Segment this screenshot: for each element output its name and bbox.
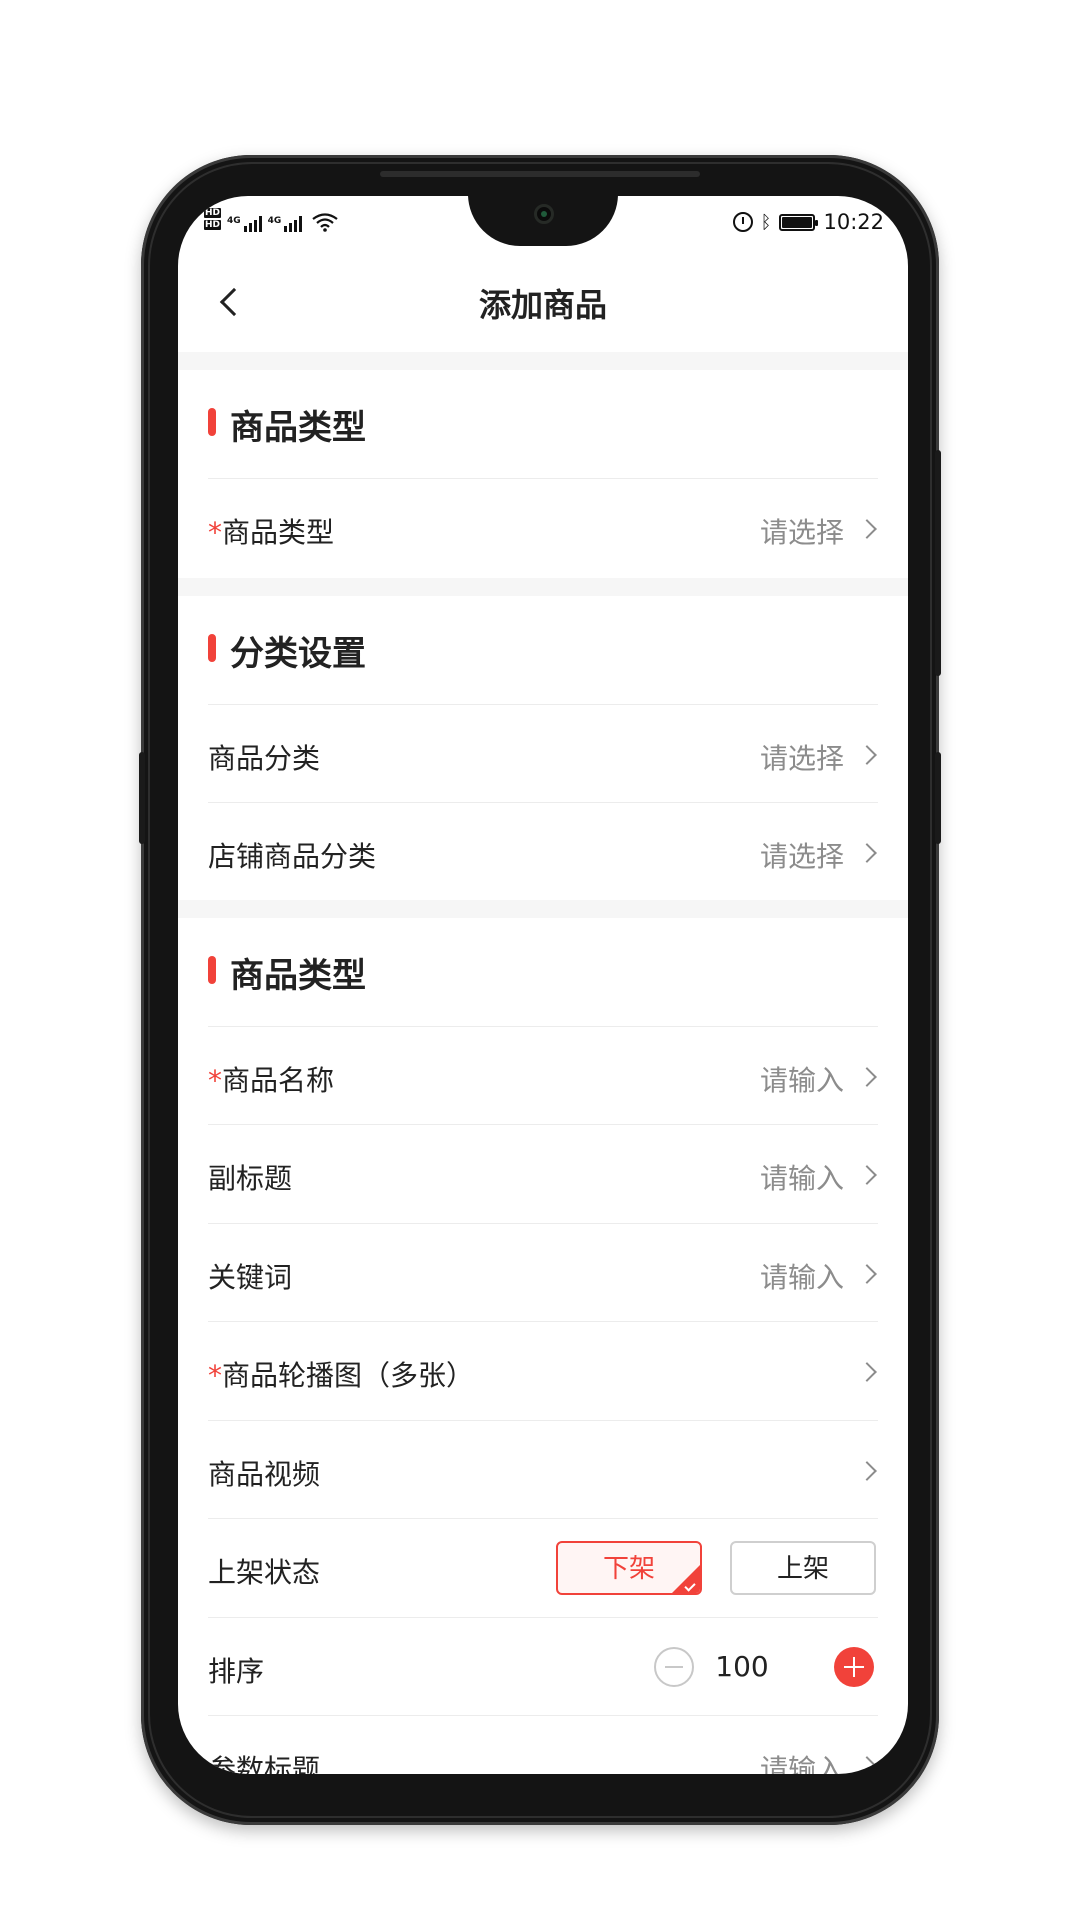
section-title: 商品类型 xyxy=(230,408,366,448)
chevron-right-icon xyxy=(857,745,877,765)
section-gap xyxy=(178,578,908,596)
row-value: 请输入 xyxy=(759,1064,844,1097)
volume-button xyxy=(139,752,145,844)
required-mark: * xyxy=(208,1064,222,1097)
chevron-right-icon xyxy=(857,1165,877,1185)
row-param-title[interactable]: 参数标题 请输入 xyxy=(208,1715,878,1774)
app-screen: HD HD 4G 4G ᛒ 10:22 添加商品 商品类型 *商品类型 请选择 … xyxy=(178,196,908,1774)
row-value: 请输入 xyxy=(759,1162,844,1195)
row-label: *商品名称 xyxy=(208,1059,334,1099)
row-listing-status: 上架状态 下架 上架 xyxy=(208,1518,878,1617)
row-value: 请选择 xyxy=(759,840,844,873)
chevron-right-icon xyxy=(857,519,877,539)
row-label-text: 商品名称 xyxy=(222,1064,335,1097)
status-right: ᛒ 10:22 xyxy=(732,210,884,234)
battery-icon xyxy=(779,213,819,231)
section-gap xyxy=(178,900,908,918)
nav-bar: 添加商品 xyxy=(178,250,908,352)
row-value: 请输入 xyxy=(759,1261,844,1294)
row-value: 请选择 xyxy=(759,742,844,775)
option-label: 下架 xyxy=(602,1554,655,1584)
page-title: 添加商品 xyxy=(478,286,607,324)
row-label-text: 店铺商品分类 xyxy=(208,840,377,873)
row-value: 请输入 xyxy=(759,1753,844,1774)
row-store-category[interactable]: 店铺商品分类 请选择 xyxy=(208,802,878,900)
status-left: HD HD 4G 4G xyxy=(204,208,338,232)
section-title: 商品类型 xyxy=(230,956,366,996)
hd-icon: HD HD xyxy=(204,208,222,230)
row-keywords[interactable]: 关键词 请输入 xyxy=(208,1223,878,1321)
network-type-1: 4G xyxy=(227,216,241,226)
section-accent-bar xyxy=(208,956,216,984)
earpiece xyxy=(380,171,700,177)
section-header: 商品类型 xyxy=(208,918,878,1016)
required-mark: * xyxy=(208,1359,222,1392)
row-label-text: 参数标题 xyxy=(208,1753,321,1774)
status-option-off-shelf[interactable]: 下架 xyxy=(556,1541,702,1595)
required-mark: * xyxy=(208,516,222,549)
row-product-video[interactable]: 商品视频 xyxy=(208,1420,878,1518)
wifi-icon xyxy=(312,213,338,232)
section-accent-bar xyxy=(208,408,216,436)
row-label-text: 上架状态 xyxy=(208,1556,321,1589)
status-option-on-shelf[interactable]: 上架 xyxy=(730,1541,876,1595)
chevron-right-icon xyxy=(857,1067,877,1087)
section-title: 分类设置 xyxy=(230,634,366,674)
option-label: 上架 xyxy=(776,1554,829,1584)
signal-icon: 4G xyxy=(227,216,262,232)
front-camera xyxy=(534,204,554,224)
row-product-category[interactable]: 商品分类 请选择 xyxy=(208,704,878,802)
clock: 10:22 xyxy=(823,210,884,234)
row-label: *商品轮播图（多张） xyxy=(208,1354,474,1394)
row-value: 请选择 xyxy=(759,516,844,549)
alarm-icon xyxy=(732,212,753,232)
row-sort-order: 排序 100 xyxy=(208,1617,878,1715)
chevron-right-icon xyxy=(857,843,877,863)
row-carousel-images[interactable]: *商品轮播图（多张） xyxy=(208,1321,878,1420)
chevron-right-icon xyxy=(857,1756,877,1774)
row-label-text: 关键词 xyxy=(208,1261,293,1294)
row-label-text: 副标题 xyxy=(208,1162,293,1195)
bluetooth-icon: ᛒ xyxy=(760,211,772,233)
chevron-right-icon xyxy=(857,1461,877,1481)
row-label: *商品类型 xyxy=(208,511,334,551)
power-button xyxy=(935,450,941,676)
row-label-text: 商品视频 xyxy=(208,1458,321,1491)
chevron-right-icon xyxy=(857,1362,877,1382)
row-product-name[interactable]: *商品名称 请输入 xyxy=(208,1026,878,1124)
row-product-type[interactable]: *商品类型 请选择 xyxy=(208,478,878,578)
plus-circle-icon[interactable] xyxy=(834,1647,874,1687)
section-header: 分类设置 xyxy=(208,596,878,694)
section-gap xyxy=(178,352,908,370)
network-type-2: 4G xyxy=(267,216,282,226)
row-label-text: 商品类型 xyxy=(222,516,335,549)
side-button xyxy=(935,752,941,844)
row-label-text: 商品轮播图（多张） xyxy=(222,1359,475,1392)
stepper-value[interactable]: 100 xyxy=(702,1650,782,1683)
row-label-text: 排序 xyxy=(208,1655,265,1688)
chevron-right-icon xyxy=(857,1264,877,1284)
selected-corner xyxy=(670,1563,700,1593)
row-subtitle[interactable]: 副标题 请输入 xyxy=(208,1124,878,1223)
signal-icon: 4G xyxy=(268,216,303,232)
section-header: 商品类型 xyxy=(208,370,878,468)
section-accent-bar xyxy=(208,634,216,662)
minus-circle-icon[interactable] xyxy=(654,1647,694,1687)
row-label-text: 商品分类 xyxy=(208,742,321,775)
